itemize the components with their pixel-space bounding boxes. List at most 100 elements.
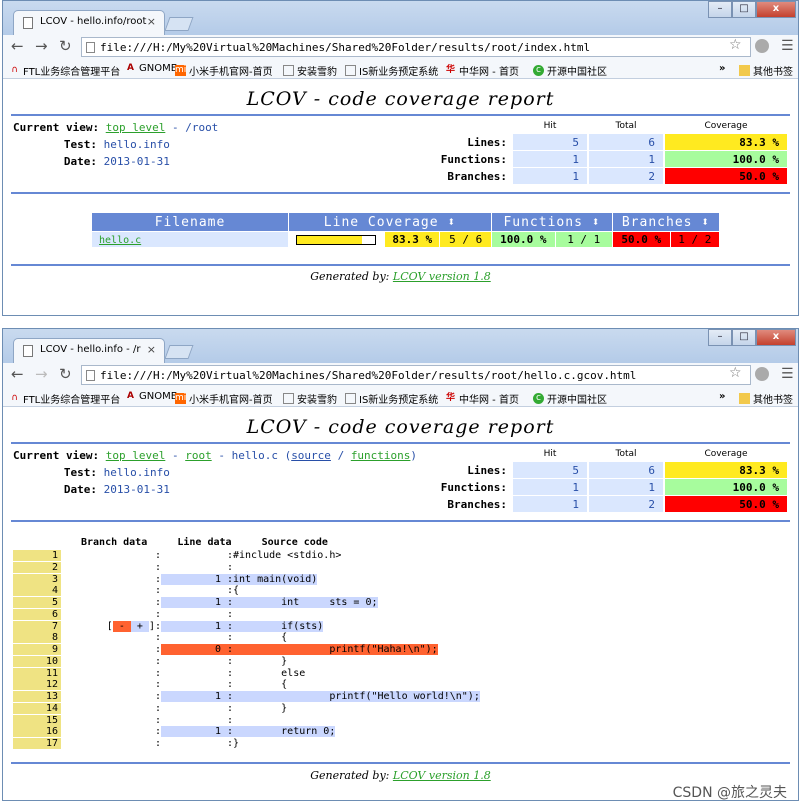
branch-taken: + [130, 620, 149, 632]
filename-header[interactable]: Filename [92, 213, 288, 231]
line-hit-count: 1 : [161, 726, 233, 738]
table-row: hello.c 83.3 % 5 / 6 100.0 % 1 / 1 50.0 … [92, 232, 719, 247]
other-bookmarks-folder[interactable]: 其他书签 [739, 63, 793, 78]
bookmark-item[interactable]: mi 小米手机官网-首页 [175, 63, 273, 78]
line-hit-count: : [226, 608, 233, 620]
minimize-button[interactable]: – [708, 1, 732, 18]
line-hit-count: : [226, 632, 233, 644]
line-number: 2 [13, 561, 61, 573]
source-code-text: } [233, 738, 240, 749]
close-window-button[interactable]: x [756, 329, 796, 346]
bookmark-item[interactable]: IS新业务预定系统 [345, 391, 438, 406]
tab-title: LCOV - hello.info - /r [40, 344, 141, 355]
current-view-label: Current view: [13, 449, 100, 462]
branch-pct: 50.0 % [613, 232, 670, 247]
file-link[interactable]: hello.c [99, 235, 141, 246]
bookmark-item[interactable]: c 开源中国社区 [533, 63, 607, 78]
branch-data: : [154, 655, 161, 667]
bookmark-star-icon[interactable]: ☆ [729, 365, 742, 381]
line-pct: 83.3 % [384, 232, 440, 247]
line-hit-count: : [226, 738, 233, 749]
bookmark-item[interactable]: ∩ FTL业务综合管理平台 [9, 391, 120, 406]
bookmark-item[interactable]: 安装雪豹 [283, 63, 337, 78]
branch-data-header: Branch data [81, 537, 148, 548]
root-link[interactable]: root [185, 449, 212, 462]
line-hit-count: 1 : [161, 597, 233, 608]
bookmark-item[interactable]: A GNOME [125, 391, 177, 402]
maximize-button[interactable]: □ [732, 1, 756, 18]
bookmark-item[interactable]: 华中华网 - 首页 [445, 63, 519, 78]
date-label: Date: [63, 155, 97, 168]
func-count: 1 / 1 [555, 232, 612, 247]
test-value: hello.info [103, 138, 170, 151]
title-bar: LCOV - hello.info/root × – □ x [3, 1, 798, 35]
divider [11, 264, 790, 266]
bookmark-item[interactable]: c 开源中国社区 [533, 391, 607, 406]
minimize-button[interactable]: – [708, 329, 732, 346]
file-table: Filename Line Coverage ⬍ Functions ⬍ Bra… [91, 212, 720, 248]
line-data-header: Line data [177, 537, 232, 548]
bookmark-item[interactable]: 华中华网 - 首页 [445, 391, 519, 406]
new-tab-button[interactable] [164, 345, 194, 359]
gnome-icon: A [127, 391, 134, 401]
branch-data: : [154, 597, 161, 608]
back-icon[interactable]: ← [11, 37, 24, 55]
more-bookmarks-icon[interactable]: » [719, 391, 725, 402]
functions-header[interactable]: Functions ⬍ [492, 213, 612, 231]
branch-data: : [154, 644, 161, 655]
top-level-link[interactable]: top level [106, 121, 166, 134]
forward-icon[interactable]: → [35, 365, 48, 383]
source-code-text: } [233, 702, 288, 714]
other-bookmarks-folder[interactable]: 其他书签 [739, 391, 793, 406]
branch-data: : [154, 702, 161, 714]
source-code-header: Source code [261, 537, 328, 548]
source-code-text: } [233, 655, 288, 667]
lcov-version-link[interactable]: LCOV version 1.8 [393, 270, 491, 283]
close-window-button[interactable]: x [756, 1, 796, 18]
new-tab-button[interactable] [164, 17, 194, 31]
line-number: 1 [13, 550, 61, 561]
close-tab-icon[interactable]: × [147, 343, 156, 356]
line-number: 3 [13, 573, 61, 585]
divider [11, 762, 790, 764]
maximize-button[interactable]: □ [732, 329, 756, 346]
bookmarks-bar: ∩ FTL业务综合管理平台 A GNOME mi 小米手机官网-首页 安装雪豹 IS新… [3, 59, 798, 79]
source-headers: Branch data Line data Source code [81, 537, 328, 548]
func-pct: 100.0 % [492, 232, 555, 247]
bookmark-item[interactable]: IS新业务预定系统 [345, 63, 438, 78]
address-bar[interactable]: file:///H:/My%20Virtual%20Machines/Share… [81, 365, 751, 385]
bookmark-item[interactable]: ∩ FTL业务综合管理平台 [9, 63, 120, 78]
top-level-link[interactable]: top level [106, 449, 166, 462]
source-link[interactable]: source [291, 449, 331, 462]
close-tab-icon[interactable]: × [147, 15, 156, 28]
functions-link[interactable]: functions [351, 449, 411, 462]
branch-data: : [154, 561, 161, 573]
menu-icon[interactable]: ☰ [781, 366, 794, 382]
extension-icon[interactable] [755, 39, 769, 53]
bookmark-item[interactable]: 安装雪豹 [283, 391, 337, 406]
back-icon[interactable]: ← [11, 365, 24, 383]
lines-row: Lines: 5 6 83.3 % [441, 462, 787, 478]
menu-icon[interactable]: ☰ [781, 38, 794, 54]
bookmark-item[interactable]: mi 小米手机官网-首页 [175, 391, 273, 406]
bookmark-star-icon[interactable]: ☆ [729, 37, 742, 53]
line-coverage-header[interactable]: Line Coverage ⬍ [289, 213, 491, 231]
line-number: 12 [13, 679, 61, 691]
line-count: 5 / 6 [440, 232, 491, 247]
reload-icon[interactable]: ↻ [59, 37, 72, 55]
forward-icon[interactable]: → [35, 37, 48, 55]
lcov-version-link[interactable]: LCOV version 1.8 [393, 769, 491, 782]
coverage-bar-fill [297, 235, 363, 244]
browser-tab[interactable]: LCOV - hello.info/root × [13, 10, 165, 35]
branches-header[interactable]: Branches ⬍ [613, 213, 719, 231]
summary-table: Hit Total Coverage Lines: 5 6 83.3 % Function… [439, 118, 789, 185]
address-bar[interactable]: file:///H:/My%20Virtual%20Machines/Share… [81, 37, 751, 57]
functions-row: Functions: 1 1 100.0 % [441, 479, 787, 495]
bookmark-item[interactable]: A GNOME [125, 63, 177, 74]
reload-icon[interactable]: ↻ [59, 365, 72, 383]
date-label: Date: [63, 483, 97, 496]
window-controls: – □ x [708, 329, 796, 346]
more-bookmarks-icon[interactable]: » [719, 63, 725, 74]
extension-icon[interactable] [755, 367, 769, 381]
browser-tab[interactable]: LCOV - hello.info - /r × [13, 338, 165, 363]
